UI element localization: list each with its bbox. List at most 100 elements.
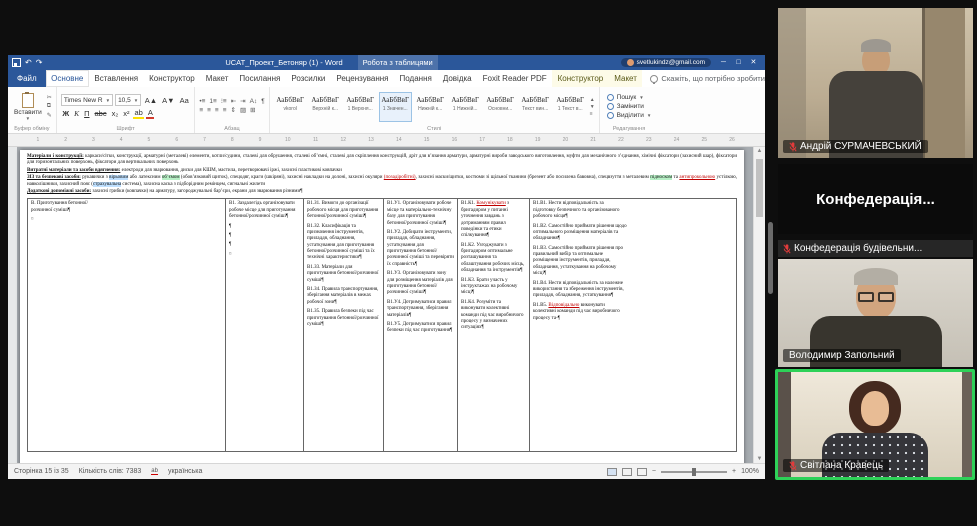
editing-button-Виділити[interactable]: Виділити ▼ bbox=[606, 112, 651, 119]
pilcrow-icon[interactable]: ¶ bbox=[261, 98, 265, 106]
shading-icon[interactable]: ▨ bbox=[240, 107, 246, 115]
table-column-b: В1. Заздалегідь організовувати робоче мі… bbox=[226, 199, 304, 452]
increase-indent-icon[interactable]: ⇥ bbox=[240, 98, 245, 106]
participants-scrollbar-thumb[interactable] bbox=[768, 222, 773, 294]
sort-icon[interactable]: А↕ bbox=[250, 98, 258, 106]
zoom-level[interactable]: 100% bbox=[741, 468, 759, 475]
tab-Посилання[interactable]: Посилання bbox=[234, 70, 286, 87]
tab-Довідка[interactable]: Довідка bbox=[437, 70, 477, 87]
style-chip-vkorol[interactable]: АаБбВвГ vkorol bbox=[274, 92, 307, 122]
underline-icon[interactable]: П bbox=[83, 110, 91, 118]
tab-Основне[interactable]: Основне bbox=[45, 70, 89, 87]
tab-Foxit Reader PDF[interactable]: Foxit Reader PDF bbox=[477, 70, 552, 87]
style-chip-Нижній к...[interactable]: АаБбВвГ Нижній к... bbox=[414, 92, 447, 122]
word-titlebar: ↶ ↷ UCAT_Проект_Бетоняр (1) - Word Робот… bbox=[8, 55, 765, 70]
strikethrough-icon[interactable]: abc bbox=[93, 110, 108, 118]
horizontal-ruler[interactable]: 1 2 3 4 5 6 7 8 9 10 11 12 13 14 15 16 17 18 19 20 21 22 23 24 2… bbox=[8, 134, 765, 147]
participant-name: Конфедерація будівельни... bbox=[794, 243, 923, 254]
vertical-ruler[interactable] bbox=[8, 147, 17, 463]
scrollbar-thumb[interactable] bbox=[756, 159, 763, 217]
scroll-down-icon[interactable]: ▼ bbox=[754, 455, 765, 463]
language-indicator[interactable]: українська bbox=[168, 468, 202, 475]
align-left-icon[interactable]: ≡ bbox=[199, 107, 203, 115]
numbering-icon[interactable]: 1≡ bbox=[209, 98, 216, 106]
decrease-indent-icon[interactable]: ⇤ bbox=[231, 98, 236, 106]
tab-Макет[interactable]: Макет bbox=[200, 70, 234, 87]
editing-button-Пошук[interactable]: Пошук ▼ bbox=[606, 94, 652, 101]
web-layout-icon[interactable] bbox=[636, 467, 647, 476]
word-count[interactable]: Кількість слів: 7383 bbox=[79, 468, 142, 475]
justify-icon[interactable]: ≡ bbox=[223, 107, 227, 115]
save-icon[interactable] bbox=[12, 58, 21, 67]
tab-Розсилки[interactable]: Розсилки bbox=[286, 70, 331, 87]
style-chip-1 Текст в...[interactable]: АаБбВвГ 1 Текст в... bbox=[554, 92, 587, 122]
copy-icon[interactable]: ⧉ bbox=[47, 103, 52, 110]
subscript-icon[interactable]: x₂ bbox=[110, 110, 120, 118]
scroll-up-icon[interactable]: ▲ bbox=[754, 147, 765, 155]
page-indicator[interactable]: Сторінка 15 із 35 bbox=[14, 468, 69, 475]
document-scrollbar[interactable]: ▲ ▼ bbox=[753, 147, 765, 463]
editing-button-Замінити[interactable]: Замінити bbox=[606, 103, 652, 110]
text-highlight-icon[interactable]: ab bbox=[133, 109, 145, 119]
paste-button[interactable]: Вставити ▼ bbox=[12, 89, 44, 124]
print-layout-icon[interactable] bbox=[621, 467, 632, 476]
tell-me-label: Скажіть, що потрібно зробити bbox=[661, 74, 765, 83]
style-chip-Текст вин...[interactable]: АаБбВвГ Текст вин... bbox=[519, 92, 552, 122]
tab-Файл[interactable]: Файл bbox=[8, 70, 46, 87]
scroll-down-icon[interactable]: ▼ bbox=[590, 104, 595, 110]
font-name-combo[interactable]: Times New R ▼ bbox=[60, 94, 114, 107]
zoom-slider-thumb[interactable] bbox=[692, 467, 696, 476]
account-pill[interactable]: svetlukindz@gmail.com bbox=[620, 58, 711, 67]
participant-tile-active-speaker[interactable]: Світлана Кравець bbox=[775, 369, 975, 480]
tell-me-search[interactable]: Скажіть, що потрібно зробити bbox=[650, 70, 765, 87]
superscript-icon[interactable]: x² bbox=[122, 110, 131, 118]
font-size-combo[interactable]: 10,5 ▼ bbox=[115, 94, 142, 107]
participant-tile-2[interactable]: Конфедерація... bbox=[778, 164, 973, 234]
align-center-icon[interactable]: ≡ bbox=[207, 107, 211, 115]
multilevel-list-icon[interactable]: ⁝≡ bbox=[221, 98, 227, 106]
scroll-up-icon[interactable]: ▲ bbox=[590, 97, 595, 103]
style-chip-Верхній к...[interactable]: АаБбВвГ Верхній к... bbox=[309, 92, 342, 122]
style-chip-1 Значен...[interactable]: АаБбВвГ 1 Значен... bbox=[378, 91, 412, 122]
shrink-font-icon[interactable]: А▼ bbox=[161, 96, 176, 105]
style-chip-1 Нижній...[interactable]: АаБбВвГ 1 Нижній... bbox=[449, 92, 482, 122]
undo-icon[interactable]: ↶ bbox=[25, 58, 32, 67]
redo-icon[interactable]: ↷ bbox=[36, 58, 43, 67]
read-mode-icon[interactable] bbox=[606, 467, 617, 476]
grow-font-icon[interactable]: А▲ bbox=[143, 96, 158, 105]
maximize-icon[interactable]: □ bbox=[731, 55, 746, 70]
tab-Конструктор[interactable]: Конструктор bbox=[552, 70, 609, 87]
zoom-out-icon[interactable]: − bbox=[652, 468, 656, 475]
document-page[interactable]: Матеріали і конструкції: каркаси/сітки, … bbox=[20, 150, 744, 463]
screen-share-word: ↶ ↷ UCAT_Проект_Бетоняр (1) - Word Робот… bbox=[8, 55, 765, 479]
bold-icon[interactable]: Ж bbox=[61, 110, 71, 118]
font-color-icon[interactable]: А bbox=[146, 109, 155, 119]
bullets-icon[interactable]: •≡ bbox=[199, 98, 205, 106]
tab-Макет[interactable]: Макет bbox=[608, 70, 643, 87]
zoom-slider[interactable] bbox=[661, 467, 727, 476]
table-tools-context-label: Робота з таблицями bbox=[357, 55, 438, 70]
doc-paragraph: В1.К4. Розуміти та виконувати колективні… bbox=[461, 299, 524, 331]
participant-tile-1[interactable]: Андрій СУРМАЧЕВСЬКИЙ bbox=[778, 8, 973, 158]
tab-Рецензування[interactable]: Рецензування bbox=[331, 70, 394, 87]
spellcheck-icon[interactable]: ab bbox=[151, 468, 158, 475]
gallery-more-icon[interactable]: ≡ bbox=[590, 111, 595, 117]
tab-Вставлення[interactable]: Вставлення bbox=[89, 70, 144, 87]
zoom-in-icon[interactable]: + bbox=[732, 468, 736, 475]
tab-Конструктор[interactable]: Конструктор bbox=[144, 70, 201, 87]
format-painter-icon[interactable]: ✎ bbox=[47, 112, 52, 119]
italic-icon[interactable]: К bbox=[73, 110, 81, 118]
tab-Подання[interactable]: Подання bbox=[394, 70, 437, 87]
doc-paragraph: ¶ bbox=[229, 223, 232, 229]
align-right-icon[interactable]: ≡ bbox=[215, 107, 219, 115]
participant-tile-4[interactable]: Володимир Запольний bbox=[778, 259, 973, 367]
participant-tile-3[interactable]: Конфедерація будівельни... bbox=[778, 240, 973, 257]
style-chip-Основни...[interactable]: АаБбВвГ Основни... bbox=[484, 92, 517, 122]
cut-icon[interactable]: ✂ bbox=[47, 94, 52, 101]
change-case-icon[interactable]: Аа bbox=[178, 96, 190, 105]
style-chip-1 Верхня...[interactable]: АаБбВвГ 1 Верхня... bbox=[344, 92, 377, 122]
minimize-icon[interactable]: ─ bbox=[716, 55, 731, 70]
close-icon[interactable]: ✕ bbox=[746, 55, 761, 70]
line-spacing-icon[interactable]: ⇕ bbox=[231, 107, 236, 115]
borders-icon[interactable]: ⊞ bbox=[250, 107, 255, 115]
